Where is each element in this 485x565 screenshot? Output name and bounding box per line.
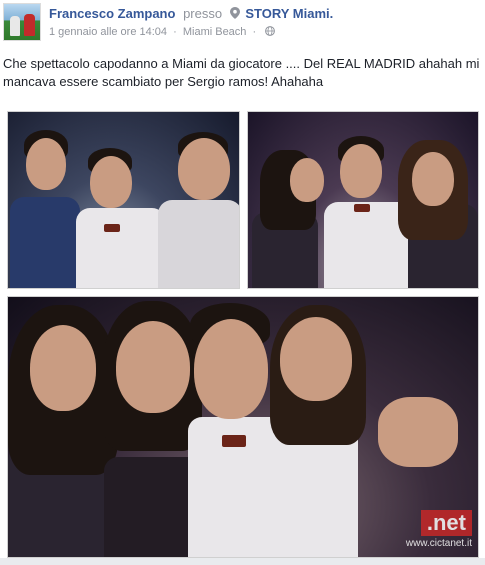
meta-separator-2: · [252,26,257,38]
person-right-body [158,200,239,288]
man-center-head [340,144,382,198]
avatar-figure-red [24,14,35,36]
facebook-post: Francesco Zampano presso STORY Miami. 1 … [0,0,485,565]
author-name-link[interactable]: Francesco Zampano [49,6,175,21]
watermark: .net www.cictanet.it [406,510,472,549]
woman-left-head [290,158,324,202]
post-timestamp-link[interactable]: 1 gennaio alle ore 14:04 [49,26,167,38]
avatar-figure-white [10,16,20,36]
post-header: Francesco Zampano presso STORY Miami. 1 … [0,0,485,48]
man-head [194,319,268,419]
location-link[interactable]: Miami Beach [183,26,247,38]
bow-tie [104,224,120,232]
bow-tie [354,204,370,212]
post-text: Che spettacolo capodanno a Miami da gioc… [3,56,480,89]
globe-icon[interactable] [265,26,276,36]
woman-right-head [412,152,454,206]
location-pin-icon [229,7,240,19]
person-right-head [178,138,230,200]
photo-1[interactable] [7,111,240,289]
post-meta: 1 gennaio alle ore 14:04 · Miami Beach · [49,26,276,38]
watermark-logo: .net [420,510,472,536]
author-line: Francesco Zampano presso STORY Miami. [49,6,333,21]
place-link[interactable]: STORY Miami. [245,6,333,21]
person-left-head [26,138,66,190]
photo-3[interactable]: .net www.cictanet.it [7,296,479,558]
woman-2-head [116,321,190,413]
person-center-body [76,208,166,288]
meta-separator: · [173,26,177,38]
watermark-url: www.cictanet.it [405,538,472,549]
person-center-head [90,156,132,208]
post-bottom-bar [0,558,485,565]
woman-1-head [30,325,96,411]
person-left-body [10,197,80,288]
pointing-hand [378,397,458,467]
woman-3-head [280,317,352,401]
presso-label: presso [183,6,223,21]
bow-tie [222,435,246,447]
photo-2[interactable] [247,111,479,289]
author-avatar[interactable] [3,3,41,41]
